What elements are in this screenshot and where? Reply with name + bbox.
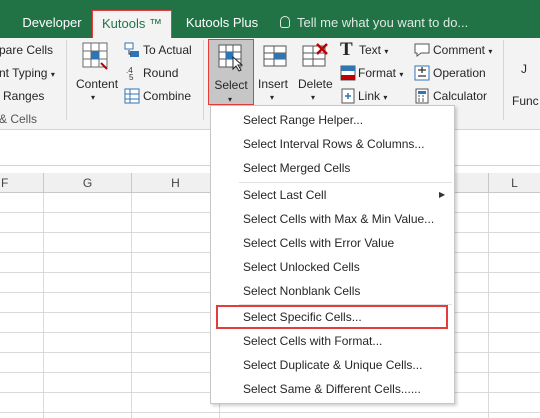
- operation-button[interactable]: Operation: [433, 66, 486, 80]
- to-actual-button[interactable]: To Actual: [143, 43, 192, 57]
- comment-button[interactable]: Comment ▾: [433, 43, 492, 57]
- grid-line: [43, 193, 44, 418]
- chevron-down-icon: ▾: [91, 93, 96, 102]
- ribbon-separator: [503, 40, 504, 120]
- text-button-label: Text: [359, 43, 382, 57]
- ribbon-separator: [203, 40, 204, 120]
- tell-me-text: Tell me what you want to do...: [297, 15, 469, 30]
- chevron-down-icon: ▾: [311, 93, 316, 102]
- format-icon: [340, 65, 356, 81]
- menu-item-select-nonblank-cells[interactable]: Select Nonblank Cells: [211, 279, 454, 303]
- tab-developer[interactable]: Developer: [20, 10, 84, 36]
- svg-text:5: 5: [129, 73, 134, 81]
- column-header-l[interactable]: L: [488, 173, 540, 193]
- column-header-g[interactable]: G: [44, 173, 132, 193]
- link-button[interactable]: Link ▾: [358, 89, 387, 103]
- content-icon: [81, 41, 111, 71]
- menu-item-select-interval-rows-columns[interactable]: Select Interval Rows & Columns...: [211, 132, 454, 156]
- menu-item-select-cells-with-format[interactable]: Select Cells with Format...: [211, 329, 454, 353]
- insert-button[interactable]: Insert: [258, 77, 288, 91]
- menu-item-select-last-cell[interactable]: Select Last Cell ▶: [211, 183, 454, 207]
- round-icon: .4 5: [124, 65, 140, 81]
- menu-item-select-cells-error-value[interactable]: Select Cells with Error Value: [211, 231, 454, 255]
- combine-icon: [124, 88, 140, 104]
- tab-kutools[interactable]: Kutools ™: [92, 10, 172, 38]
- print-typing-button[interactable]: nt Typing ▾: [0, 66, 55, 80]
- lightbulb-icon: [280, 16, 290, 28]
- to-actual-icon: [124, 42, 140, 58]
- chevron-down-icon: ▾: [228, 95, 233, 104]
- chevron-down-icon: ▾: [488, 47, 493, 56]
- menu-item-select-merged-cells[interactable]: Select Merged Cells: [211, 156, 454, 180]
- delete-icon: [301, 42, 331, 72]
- menu-item-label: Select Last Cell: [243, 188, 327, 202]
- calculator-icon: [414, 88, 430, 104]
- chevron-down-icon: ▾: [270, 93, 275, 102]
- menu-item-select-range-helper[interactable]: Select Range Helper...: [211, 108, 454, 132]
- chevron-down-icon: ▾: [383, 93, 388, 102]
- ribbon-tab-bar: Developer Kutools ™ Kutools Plus Tell me…: [0, 0, 540, 38]
- menu-item-select-unlocked-cells[interactable]: Select Unlocked Cells: [211, 255, 454, 279]
- menu-item-select-cells-max-min[interactable]: Select Cells with Max & Min Value...: [211, 207, 454, 231]
- chevron-down-icon: ▾: [50, 70, 55, 79]
- comment-button-label: Comment: [433, 43, 486, 57]
- chevron-down-icon: ▾: [384, 47, 389, 56]
- ribbon-separator: [66, 40, 67, 120]
- select-dropdown-menu: Select Range Helper... Select Interval R…: [210, 105, 455, 404]
- round-button[interactable]: Round: [143, 66, 178, 80]
- select-button[interactable]: Select ▾: [208, 39, 254, 105]
- column-header-h[interactable]: H: [132, 173, 220, 193]
- print-typing-label: nt Typing: [0, 66, 48, 80]
- text-button[interactable]: Text ▾: [359, 43, 388, 57]
- insert-icon: [262, 42, 292, 72]
- menu-item-select-same-different[interactable]: Select Same & Different Cells......: [211, 377, 454, 401]
- link-icon: [340, 88, 356, 104]
- format-button[interactable]: Format ▾: [358, 66, 403, 80]
- tab-kutools-plus[interactable]: Kutools Plus: [184, 10, 260, 36]
- column-header-f[interactable]: F: [0, 173, 44, 193]
- combine-button[interactable]: Combine: [143, 89, 191, 103]
- menu-item-select-duplicate-unique[interactable]: Select Duplicate & Unique Cells...: [211, 353, 454, 377]
- functions-button-line2[interactable]: Func: [512, 94, 539, 108]
- ranges-button[interactable]: Ranges: [3, 89, 44, 103]
- text-icon: T: [340, 39, 353, 60]
- group-label-ranges-cells: & Cells: [0, 112, 38, 126]
- compare-cells-button[interactable]: pare Cells: [0, 43, 53, 57]
- format-button-label: Format: [358, 66, 397, 80]
- select-cells-icon: [217, 43, 247, 73]
- chevron-down-icon: ▾: [399, 70, 404, 79]
- link-button-label: Link: [358, 89, 381, 103]
- grid-line: [488, 193, 489, 418]
- tell-me-search[interactable]: Tell me what you want to do...: [280, 10, 468, 36]
- comment-icon: [414, 42, 430, 58]
- select-button-label: Select: [214, 78, 248, 92]
- content-button[interactable]: Content: [76, 77, 118, 91]
- grid-line: [131, 193, 132, 418]
- delete-button[interactable]: Delete: [298, 77, 333, 91]
- operation-icon: [414, 65, 430, 81]
- menu-item-select-specific-cells[interactable]: Select Specific Cells...: [211, 305, 454, 329]
- functions-button-line1[interactable]: J: [521, 62, 527, 76]
- calculator-button[interactable]: Calculator: [433, 89, 487, 103]
- grid-line: [0, 412, 540, 413]
- highlight-box: [216, 305, 448, 329]
- chevron-right-icon: ▶: [439, 190, 446, 199]
